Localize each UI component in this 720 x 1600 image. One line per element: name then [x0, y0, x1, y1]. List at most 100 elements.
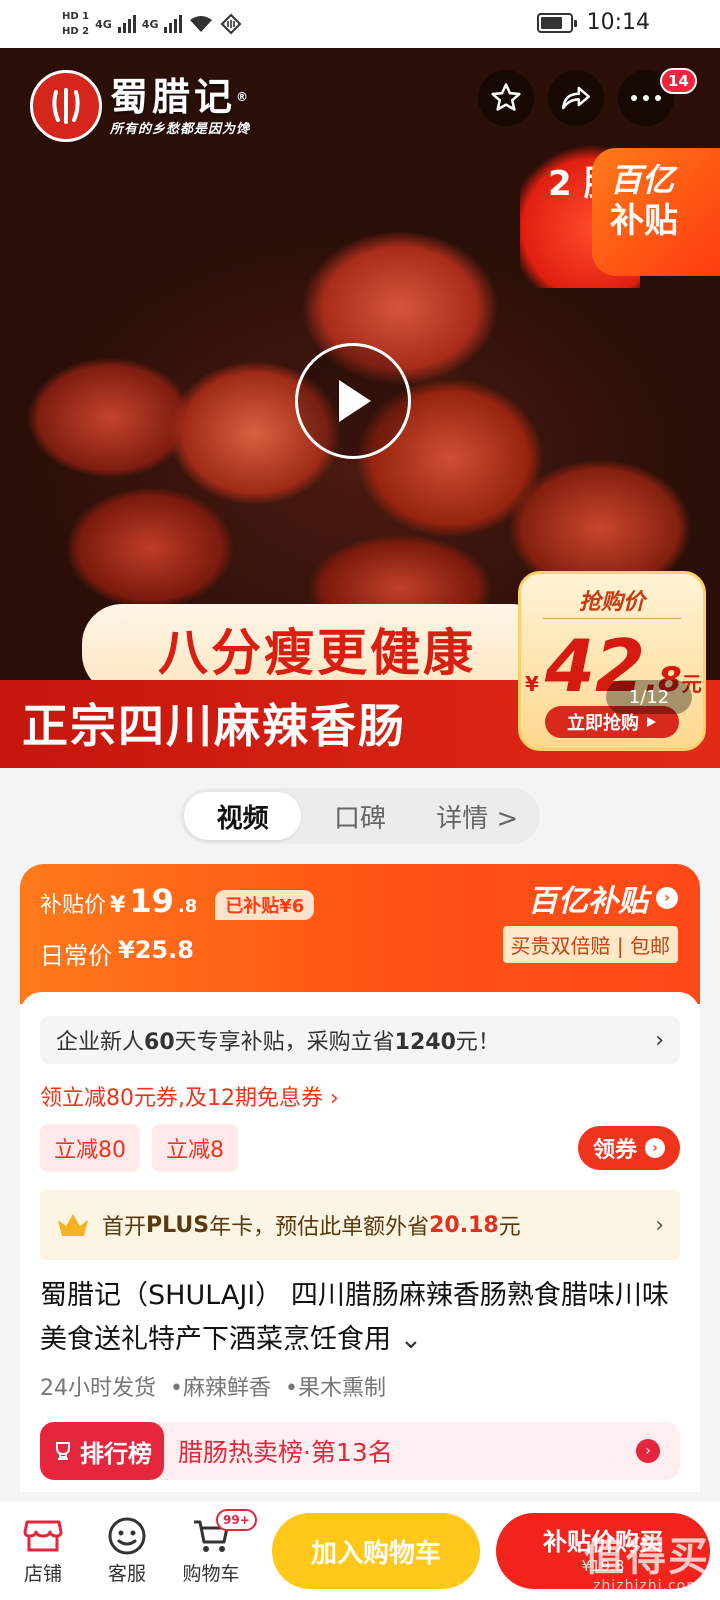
subsidy-price-decimal: .8: [177, 896, 198, 917]
daily-price: ¥25.8: [118, 936, 194, 964]
enterprise-promo-text: 企业新人60天专享补贴，采购立省1240元！: [56, 1024, 500, 1056]
divider: [543, 618, 681, 619]
play-icon: [339, 380, 371, 422]
nav-cart[interactable]: 99+ 购物车: [176, 1509, 257, 1586]
add-to-cart-button[interactable]: 加入购物车: [272, 1513, 480, 1589]
promo-amount: 1240: [394, 1030, 456, 1055]
registered-mark: ®: [236, 89, 253, 104]
yi-subsidy-title: 百亿补贴: [528, 884, 648, 919]
share-icon: [561, 86, 591, 110]
product-info-card: 企业新人60天专享补贴，采购立省1240元！ › 领立减80元券,及12期免息券…: [20, 992, 700, 1492]
daily-price-row: 日常价 ¥25.8: [40, 936, 194, 971]
watermark-url: zhizhizhi.com: [593, 1578, 701, 1594]
plus-membership-bar[interactable]: 首开 PLUS 年卡，预估此单额外省 20.18 元 ›: [40, 1190, 680, 1260]
nav-shop-label: 店铺: [23, 1563, 62, 1585]
signal-icon: [117, 15, 136, 33]
chevron-down-icon[interactable]: ⌄: [400, 1324, 423, 1355]
feature-tag: •麻辣鲜香: [170, 1376, 271, 1401]
yi-sub: 补贴: [610, 201, 678, 241]
daily-price-label: 日常价: [40, 942, 112, 970]
price-currency: ¥: [525, 672, 539, 696]
coupon-chip[interactable]: 立减8: [152, 1124, 238, 1172]
subsidy-price-integer: 19: [129, 882, 174, 920]
bottom-action-bar: 店铺 客服 99+ 购物车 加入购物车 补贴价购买 ¥19.8 值得买 zhizh…: [0, 1500, 720, 1600]
clock: 10:14: [586, 10, 650, 35]
yi-subsidy-title-row: 百亿补贴 ›: [503, 876, 678, 920]
product-title-text: 蜀腊记（SHULAJI） 四川腊肠麻辣香肠熟食腊味川味美食送礼特产下酒菜烹饪食用: [40, 1280, 669, 1355]
ranking-bar[interactable]: 排行榜 腊肠热卖榜·第13名 ›: [40, 1422, 680, 1480]
watermark: 值得买 zhizhizhi.com: [584, 1536, 710, 1594]
tab-reviews[interactable]: 口碑: [301, 792, 418, 840]
flash-price-card[interactable]: 抢购价 ¥ 42 .8 元 立即抢购: [518, 571, 706, 751]
yi-logo: 百亿: [610, 161, 675, 199]
cart-count-badge: 99+: [216, 1509, 257, 1531]
coupon-chip[interactable]: 立减80: [40, 1124, 140, 1172]
coupon-summary-link[interactable]: 领立减80元券,及12期免息券 ›: [40, 1080, 339, 1112]
network-type-2: 4G: [141, 17, 159, 31]
notification-badge: 14: [660, 68, 697, 94]
hd-indicator: HD 1 HD 2: [62, 9, 89, 39]
status-bar: HD 1 HD 2 4G 4G 10:14: [0, 0, 720, 48]
subsidized-badge: 已补贴¥6: [215, 890, 315, 920]
guarantee-tag: 买贵双倍赔 | 包邮: [502, 926, 678, 963]
product-title[interactable]: 蜀腊记（SHULAJI） 四川腊肠麻辣香肠熟食腊味川味美食送礼特产下酒菜烹饪食用…: [40, 1274, 680, 1362]
nav-shop[interactable]: 店铺: [8, 1513, 78, 1586]
feature-tag: •果木熏制: [284, 1376, 386, 1401]
product-hero-image[interactable]: 蜀腊记® 所有的乡愁都是因为馋 14 2 肥 百亿 补贴 八分瘦更健康 正宗四川…: [0, 48, 720, 768]
tab-video[interactable]: 视频: [184, 792, 302, 840]
crown-icon: [58, 1214, 88, 1236]
signal-icon-2: [164, 15, 183, 33]
plus-brand: PLUS: [146, 1212, 210, 1238]
hd2-label: HD 2: [62, 26, 90, 37]
nav-cart-label: 购物车: [182, 1563, 240, 1585]
hd1-label: HD 1: [62, 11, 90, 22]
promo-mid: 天专享补贴，采购立省: [174, 1030, 395, 1055]
favorite-button[interactable]: [478, 70, 534, 126]
share-button[interactable]: [548, 70, 604, 126]
status-left: HD 1 HD 2 4G 4G: [62, 6, 242, 42]
customer-service-icon: [108, 1517, 146, 1555]
flash-price-title: 抢购价: [578, 590, 645, 615]
tab-details[interactable]: 详情 >: [419, 792, 536, 840]
brand-logo-block: 蜀腊记® 所有的乡愁都是因为馋: [30, 70, 252, 142]
yi-subsidy-badge: 百亿 补贴: [592, 148, 720, 276]
get-coupon-label: 领券: [592, 1138, 637, 1163]
plus-saving-value: 20.18: [429, 1212, 499, 1238]
shop-icon-wrap: [8, 1513, 78, 1559]
brand-mark-icon: [52, 88, 80, 124]
ranking-text: 腊肠热卖榜·第13名: [178, 1438, 393, 1467]
more-dots-icon: [631, 95, 661, 101]
plus-mid: 年卡，预估此单额外省: [209, 1215, 430, 1240]
enterprise-promo-notice[interactable]: 企业新人60天专享补贴，采购立省1240元！ ›: [40, 1016, 680, 1064]
promo-post: 元！: [455, 1030, 500, 1055]
nav-service[interactable]: 客服: [92, 1513, 162, 1586]
feature-tags: 24小时发货 •麻辣鲜香 •果木熏制: [40, 1370, 386, 1402]
star-icon: [491, 83, 521, 111]
chevron-right-icon: ›: [656, 887, 678, 909]
chevron-right-icon: ›: [645, 1138, 665, 1158]
status-right: 10:14: [536, 10, 650, 35]
brand-name: 蜀腊记: [110, 74, 237, 119]
wifi-icon: [190, 16, 213, 32]
chevron-right-icon: ›: [655, 1212, 664, 1238]
subsidy-price-row: 补贴价 ¥ 19 .8 已补贴¥6: [40, 882, 315, 920]
subsidy-price-label: 补贴价: [40, 893, 107, 918]
plus-unit: 元: [498, 1215, 521, 1240]
ranking-badge: 排行榜: [40, 1422, 164, 1480]
brand-text: 蜀腊记® 所有的乡愁都是因为馋: [110, 76, 252, 137]
image-pager: 1/12: [606, 680, 692, 714]
subsidy-currency: ¥: [110, 893, 126, 918]
play-triangle-icon: [647, 717, 656, 727]
network-type-1: 4G: [95, 17, 112, 31]
get-coupon-button[interactable]: 领券 ›: [578, 1126, 680, 1170]
battery-icon: [536, 12, 577, 33]
plus-pre: 首开: [102, 1215, 147, 1240]
play-video-button[interactable]: [295, 343, 411, 459]
yi-subsidy-entry[interactable]: 百亿补贴 › 买贵双倍赔 | 包邮: [502, 876, 678, 963]
watermark-text: 值得买: [584, 1534, 710, 1580]
subsidy-price-card[interactable]: 补贴价 ¥ 19 .8 已补贴¥6 日常价 ¥25.8 百亿补贴 › 买贵双倍赔 …: [20, 864, 700, 1004]
battery-fill: [540, 16, 562, 29]
brand-slogan: 所有的乡愁都是因为馋: [110, 121, 251, 137]
nfc-icon: [221, 13, 242, 35]
trophy-icon: [56, 1442, 70, 1460]
